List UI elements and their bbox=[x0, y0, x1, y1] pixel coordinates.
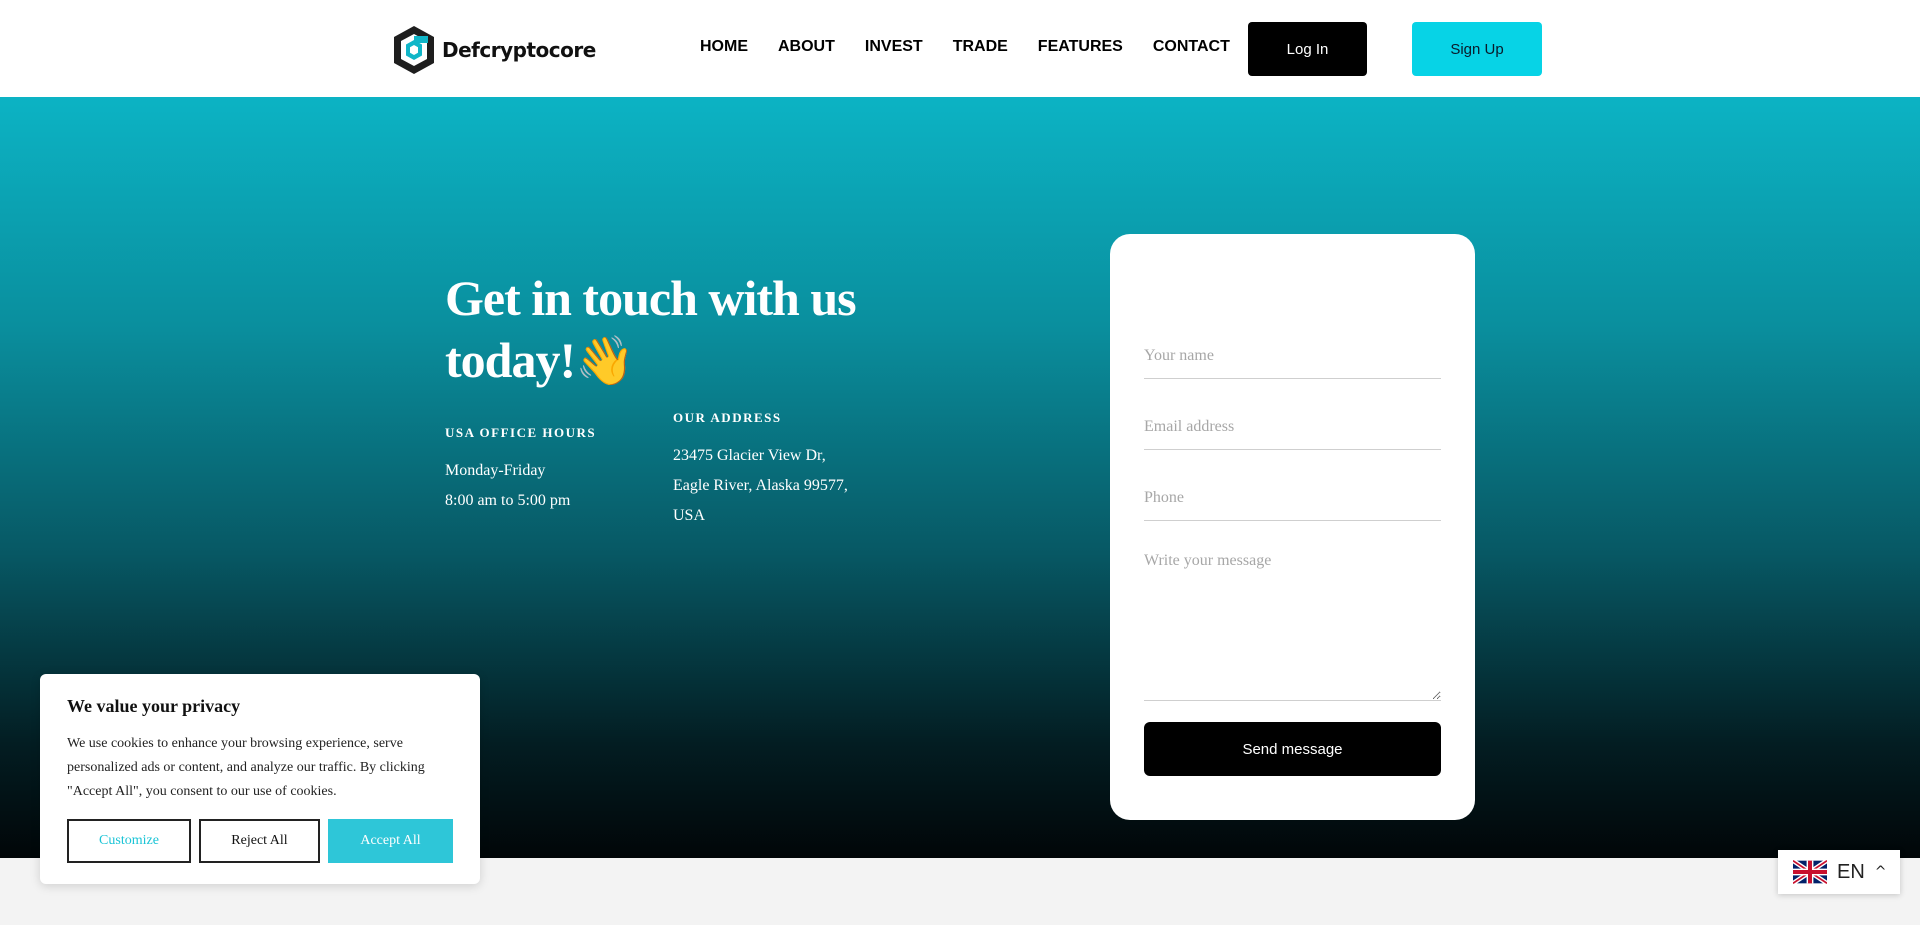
nav-home[interactable]: HOME bbox=[700, 38, 748, 56]
site-header: Defcryptocore HOME ABOUT INVEST TRADE FE… bbox=[0, 0, 1920, 97]
address-line3: USA bbox=[673, 507, 706, 524]
message-textarea[interactable] bbox=[1144, 550, 1441, 701]
main-nav: HOME ABOUT INVEST TRADE FEATURES CONTACT bbox=[700, 38, 1230, 56]
logo-text: Defcryptocore bbox=[442, 38, 596, 62]
nav-about[interactable]: ABOUT bbox=[778, 38, 835, 56]
address-label: OUR ADDRESS bbox=[673, 410, 782, 425]
hero-title: Get in touch with us today!👋 bbox=[445, 267, 965, 393]
office-hours-label: USA OFFICE HOURS bbox=[445, 425, 597, 440]
office-hours-days: Monday-Friday bbox=[445, 462, 546, 479]
language-switcher[interactable]: EN ^ bbox=[1778, 850, 1900, 894]
nav-trade[interactable]: TRADE bbox=[953, 38, 1008, 56]
cookie-title: We value your privacy bbox=[67, 696, 241, 716]
address-text: 23475 Glacier View Dr, Eagle River, Alas… bbox=[673, 441, 848, 531]
language-code: EN bbox=[1837, 860, 1865, 883]
hero-title-line2: today! bbox=[445, 332, 576, 388]
email-input[interactable] bbox=[1144, 405, 1441, 450]
nav-invest[interactable]: INVEST bbox=[865, 38, 923, 56]
name-input[interactable] bbox=[1144, 334, 1441, 379]
phone-input[interactable] bbox=[1144, 476, 1441, 521]
cookie-reject-button[interactable]: Reject All bbox=[199, 819, 320, 863]
logo-icon bbox=[394, 26, 434, 74]
send-message-button[interactable]: Send message bbox=[1144, 722, 1441, 776]
chevron-up-icon: ^ bbox=[1874, 864, 1887, 880]
uk-flag-icon bbox=[1793, 859, 1827, 885]
address-line1: 23475 Glacier View Dr, bbox=[673, 447, 826, 464]
office-hours-time: 8:00 am to 5:00 pm bbox=[445, 492, 571, 509]
contact-form: Send message bbox=[1110, 234, 1475, 820]
cookie-banner: We value your privacy We use cookies to … bbox=[40, 674, 480, 884]
cookie-accept-button[interactable]: Accept All bbox=[328, 819, 453, 863]
logo[interactable]: Defcryptocore bbox=[392, 24, 596, 76]
office-hours-text: Monday-Friday 8:00 am to 5:00 pm bbox=[445, 456, 570, 516]
address-line2: Eagle River, Alaska 99577, bbox=[673, 477, 848, 494]
signup-button[interactable]: Sign Up bbox=[1412, 22, 1542, 76]
hero-title-line1: Get in touch with us bbox=[445, 270, 857, 326]
nav-features[interactable]: FEATURES bbox=[1038, 38, 1123, 56]
login-button[interactable]: Log In bbox=[1248, 22, 1367, 76]
cookie-customize-button[interactable]: Customize bbox=[67, 819, 191, 863]
waving-hand-icon: 👋 bbox=[575, 335, 635, 388]
nav-contact[interactable]: CONTACT bbox=[1153, 38, 1230, 56]
cookie-text: We use cookies to enhance your browsing … bbox=[67, 736, 425, 799]
